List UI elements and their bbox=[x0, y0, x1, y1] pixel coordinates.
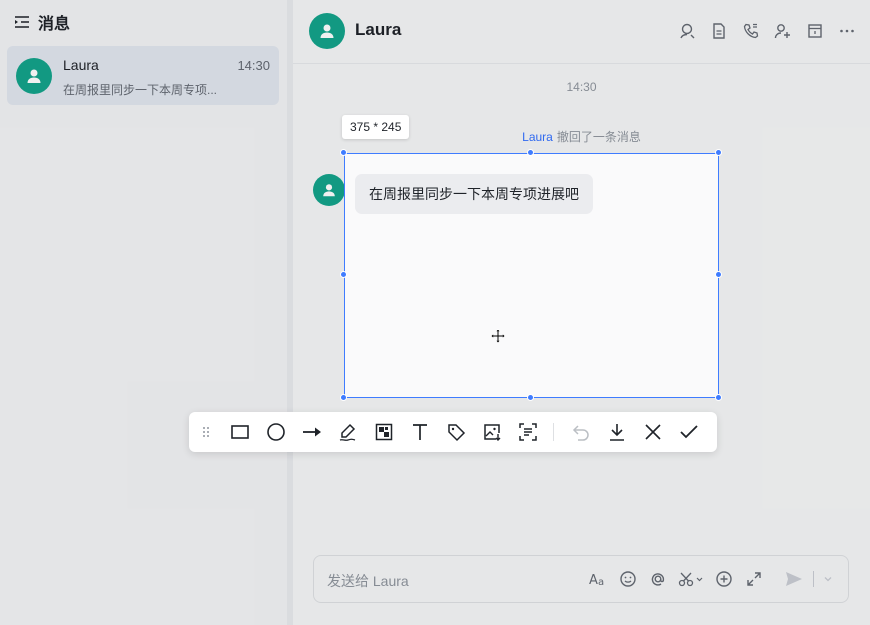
tag-icon[interactable] bbox=[445, 421, 467, 443]
circle-icon[interactable] bbox=[265, 421, 287, 443]
resize-handle-left[interactable] bbox=[340, 271, 347, 278]
image-icon[interactable] bbox=[481, 421, 503, 443]
arrow-icon[interactable] bbox=[301, 421, 323, 443]
close-icon[interactable] bbox=[642, 421, 664, 443]
message-bubble: 在周报里同步一下本周专项进展吧 bbox=[355, 174, 593, 214]
resize-handle-right[interactable] bbox=[715, 271, 722, 278]
resize-handle-top[interactable] bbox=[527, 149, 534, 156]
move-cursor-icon bbox=[490, 328, 506, 344]
drag-handle-icon[interactable] bbox=[199, 421, 213, 443]
toolbar-divider bbox=[553, 423, 554, 441]
rectangle-icon[interactable] bbox=[229, 421, 251, 443]
ocr-icon[interactable] bbox=[517, 421, 539, 443]
resize-handle-top-right[interactable] bbox=[715, 149, 722, 156]
mosaic-icon[interactable] bbox=[373, 421, 395, 443]
selection-size-label: 375 * 245 bbox=[342, 115, 410, 139]
confirm-icon[interactable] bbox=[678, 421, 700, 443]
resize-handle-bottom-right[interactable] bbox=[715, 394, 722, 401]
resize-handle-bottom-left[interactable] bbox=[340, 394, 347, 401]
resize-handle-top-left[interactable] bbox=[340, 149, 347, 156]
pen-icon[interactable] bbox=[337, 421, 359, 443]
resize-handle-bottom[interactable] bbox=[527, 394, 534, 401]
text-icon[interactable] bbox=[409, 421, 431, 443]
download-icon[interactable] bbox=[606, 421, 628, 443]
screenshot-selection[interactable]: 在周报里同步一下本周专项进展吧 bbox=[344, 153, 719, 398]
screenshot-toolbar bbox=[189, 412, 717, 452]
undo-icon[interactable] bbox=[570, 421, 592, 443]
